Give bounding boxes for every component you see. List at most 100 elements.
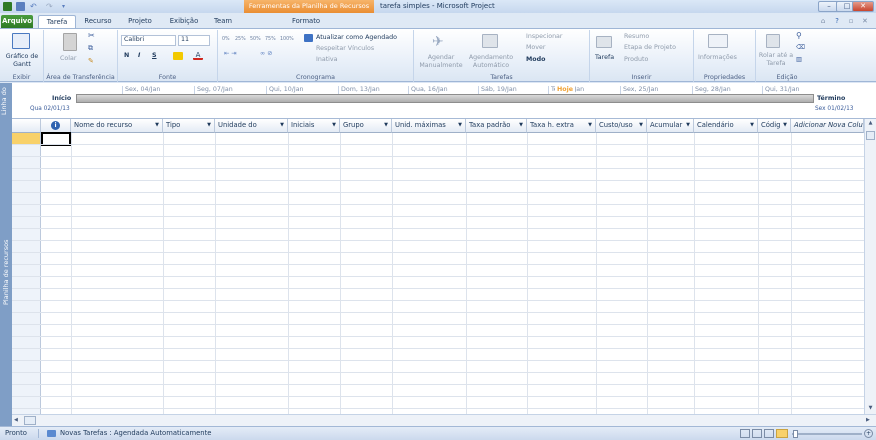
pct-100-button[interactable]: 100% [280, 36, 294, 44]
table-row[interactable] [12, 349, 864, 361]
pct-50-button[interactable]: 50% [250, 36, 261, 44]
col-header-add-new-column[interactable]: Adicionar Nova Colu [791, 119, 864, 133]
tab-exibicao[interactable]: Exibição [164, 15, 204, 28]
table-row[interactable] [12, 253, 864, 265]
help-icon[interactable]: ? [832, 15, 842, 28]
col-header-std-rate[interactable]: Taxa padrão ▼ [466, 119, 527, 133]
scroll-down-icon[interactable]: ▼ [866, 405, 875, 413]
timeline-pane[interactable]: Linha do Sex, 04/Jan Seg, 07/Jan Qui, 10… [0, 83, 876, 119]
zoom-slider[interactable] [792, 433, 862, 435]
deliverable-button[interactable]: Produto [624, 56, 648, 64]
close-document-icon[interactable]: ✕ [860, 15, 870, 28]
col-header-material-unit[interactable]: Unidade do ▼ [215, 119, 288, 133]
auto-schedule-button[interactable]: Agendamento Automático [468, 54, 514, 69]
table-row[interactable] [12, 373, 864, 385]
copy-icon[interactable]: ⧉ [88, 44, 93, 52]
font-family-select[interactable]: Calibri [121, 35, 176, 46]
col-header-initials[interactable]: Iniciais ▼ [288, 119, 340, 133]
zoom-slider-thumb[interactable] [793, 430, 798, 438]
col-header-calendar[interactable]: Calendário ▼ [694, 119, 758, 133]
pct-75-button[interactable]: 75% [265, 36, 276, 44]
view-resource-sheet-icon[interactable] [776, 429, 788, 438]
paste-button[interactable]: Colar [60, 55, 76, 63]
select-all-corner[interactable] [12, 119, 41, 133]
table-row[interactable] [12, 337, 864, 349]
table-row[interactable] [12, 205, 864, 217]
inactivate-button[interactable]: Inativa [316, 56, 338, 64]
clear-icon[interactable]: ⌫ [796, 44, 805, 52]
scroll-left-icon[interactable]: ◀ [14, 416, 22, 425]
inspect-button[interactable]: Inspecionar [526, 33, 563, 41]
restore-window-icon[interactable]: ▫ [846, 15, 856, 28]
tab-projeto[interactable]: Projeto [122, 15, 158, 28]
filter-dropdown-icon[interactable]: ▼ [458, 119, 462, 132]
redo-icon[interactable]: ↷ [46, 2, 55, 11]
scroll-right-icon[interactable]: ▶ [866, 416, 874, 425]
filter-dropdown-icon[interactable]: ▼ [280, 119, 284, 132]
find-icon[interactable]: ⚲ [796, 32, 802, 40]
indicators-column-header[interactable]: i [41, 119, 71, 133]
col-header-ovt-rate[interactable]: Taxa h. extra ▼ [527, 119, 596, 133]
font-color-icon[interactable]: A [193, 52, 203, 60]
table-row[interactable] [12, 325, 864, 337]
pct-0-button[interactable]: 0% [222, 36, 230, 44]
table-row[interactable] [12, 241, 864, 253]
format-painter-icon[interactable]: ✎ [88, 57, 94, 65]
insert-task-button[interactable]: Tarefa [595, 54, 614, 62]
table-row[interactable] [12, 217, 864, 229]
filter-dropdown-icon[interactable]: ▼ [519, 119, 523, 132]
horizontal-scrollbar[interactable]: ◀ ▶ [12, 414, 876, 426]
move-button[interactable]: Mover [526, 44, 545, 52]
pct-25-button[interactable]: 25% [235, 36, 246, 44]
cut-icon[interactable]: ✂ [88, 32, 95, 40]
table-row[interactable] [12, 361, 864, 373]
filter-dropdown-icon[interactable]: ▼ [783, 119, 787, 132]
filter-dropdown-icon[interactable]: ▼ [384, 119, 388, 132]
timeline-bar[interactable] [76, 94, 814, 103]
tab-formato[interactable]: Formato [286, 15, 326, 28]
information-button[interactable]: Informações [698, 54, 737, 62]
update-as-scheduled-button[interactable]: Atualizar como Agendado [316, 34, 397, 42]
new-tasks-mode[interactable]: Novas Tarefas : Agendada Automaticamente [60, 427, 211, 440]
filter-dropdown-icon[interactable]: ▼ [332, 119, 336, 132]
table-row[interactable] [12, 193, 864, 205]
resource-sheet-grid[interactable]: i Nome do recurso ▼ Tipo ▼ Unidade do ▼ Ini… [12, 119, 876, 414]
col-header-max-units[interactable]: Unid. máximas ▼ [392, 119, 466, 133]
view-gantt-icon[interactable] [740, 429, 750, 438]
table-row[interactable] [12, 145, 864, 157]
table-row[interactable] [12, 157, 864, 169]
project-app-icon[interactable] [3, 2, 12, 11]
table-row[interactable] [12, 181, 864, 193]
highlight-color-icon[interactable] [173, 52, 183, 60]
minimize-ribbon-icon[interactable]: ⌂ [818, 15, 828, 28]
link-icon[interactable]: ∞ ⊘ [260, 50, 273, 58]
vertical-scrollbar[interactable]: ▲ ▼ [864, 119, 876, 414]
close-button[interactable]: ✕ [852, 1, 874, 12]
col-header-group[interactable]: Grupo ▼ [340, 119, 392, 133]
scroll-to-task-button[interactable]: Rolar até a Tarefa [758, 52, 794, 67]
table-row[interactable] [12, 169, 864, 181]
milestone-button[interactable]: Etapa de Projeto [624, 44, 676, 52]
summary-button[interactable]: Resumo [624, 33, 649, 41]
filter-dropdown-icon[interactable]: ▼ [155, 119, 159, 132]
mode-button[interactable]: Modo [526, 56, 545, 64]
tab-recurso[interactable]: Recurso [80, 15, 116, 28]
filter-dropdown-icon[interactable]: ▼ [588, 119, 592, 132]
scroll-up-icon[interactable]: ▲ [866, 120, 875, 128]
table-row[interactable] [12, 385, 864, 397]
save-icon[interactable] [16, 2, 25, 11]
tab-team[interactable]: Team [210, 15, 236, 28]
customize-toolbar-icon[interactable]: ▾ [62, 2, 71, 11]
table-row[interactable] [12, 289, 864, 301]
filter-dropdown-icon[interactable]: ▼ [686, 119, 690, 132]
vertical-scroll-thumb[interactable] [866, 131, 875, 140]
filter-dropdown-icon[interactable]: ▼ [207, 119, 211, 132]
respect-links-button[interactable]: Respeitar Vínculos [316, 45, 374, 53]
col-header-type[interactable]: Tipo ▼ [163, 119, 215, 133]
table-row[interactable] [12, 265, 864, 277]
fill-icon[interactable]: ▥ [796, 56, 802, 64]
tab-arquivo[interactable]: Arquivo [1, 15, 33, 28]
col-header-code[interactable]: Códig ▼ [758, 119, 791, 133]
table-row[interactable] [12, 301, 864, 313]
underline-button[interactable]: S [152, 52, 157, 60]
